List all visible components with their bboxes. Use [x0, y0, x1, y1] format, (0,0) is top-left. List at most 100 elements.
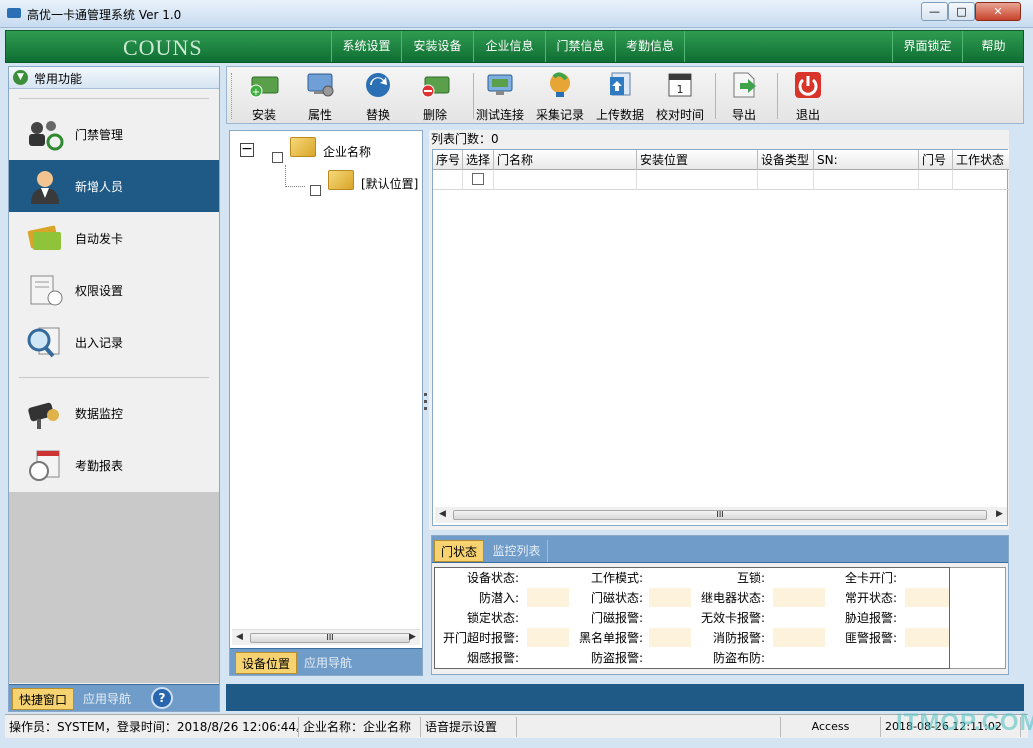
- status-bar: 操作员：SYSTEM，登录时间：2018/8/26 12:06:44。 企业名称…: [5, 714, 1028, 738]
- sidebar-header[interactable]: ▼ 常用功能: [9, 67, 219, 89]
- table-row[interactable]: [433, 170, 1009, 190]
- delete-label: 删除: [422, 108, 447, 122]
- scroll-right-icon[interactable]: ▶: [996, 509, 1003, 519]
- sidebar-tab-strip: 快捷窗口 应用导航 ?: [9, 684, 219, 711]
- watermark: ITMOP.COM: [896, 709, 1033, 736]
- col-door-number[interactable]: 门号: [919, 150, 953, 170]
- exit-button[interactable]: 退出: [779, 69, 837, 123]
- menu-help[interactable]: 帮助: [962, 31, 1024, 62]
- sidebar-item-label: 权限设置: [75, 284, 124, 298]
- status-value: [773, 628, 825, 647]
- col-door-name[interactable]: 门名称: [494, 150, 637, 170]
- status-label: 匪警报警:: [844, 631, 897, 645]
- status-label: 胁迫报警:: [844, 611, 897, 625]
- close-button[interactable]: ✕: [975, 2, 1021, 21]
- svg-text:1: 1: [677, 83, 684, 96]
- folder-icon: [290, 137, 316, 157]
- sidebar-item-access-records[interactable]: 出入记录: [9, 316, 219, 368]
- status-value: [649, 568, 691, 587]
- col-device-type[interactable]: 设备类型: [758, 150, 814, 170]
- sidebar-item-permission-settings[interactable]: 权限设置: [9, 264, 219, 316]
- status-value: [773, 568, 825, 587]
- status-value: [773, 588, 825, 607]
- install-button[interactable]: + 安装: [235, 69, 293, 123]
- col-select[interactable]: 选择: [463, 150, 494, 170]
- status-value: [527, 628, 569, 647]
- tab-app-navigation[interactable]: 应用导航: [299, 652, 357, 674]
- status-label: 防盗布防:: [712, 651, 765, 665]
- col-work-status[interactable]: 工作状态: [953, 150, 1009, 170]
- brand-logo: COUNS: [123, 35, 203, 60]
- tab-quick-window[interactable]: 快捷窗口: [12, 688, 74, 710]
- col-install-location[interactable]: 安装位置: [637, 150, 758, 170]
- scroll-right-icon[interactable]: ▶: [409, 632, 416, 642]
- menu-attendance-info[interactable]: 考勤信息: [615, 31, 685, 62]
- status-value: [649, 648, 691, 667]
- sidebar-item-data-monitor[interactable]: 数据监控: [9, 387, 219, 439]
- scroll-thumb[interactable]: III: [250, 633, 410, 643]
- minimize-button[interactable]: —: [921, 2, 948, 21]
- sidebar-item-label: 新增人员: [75, 180, 124, 194]
- collapse-node-icon[interactable]: −: [240, 142, 254, 157]
- tree-checkbox[interactable]: [310, 185, 321, 196]
- folder-icon: [328, 170, 354, 190]
- delete-button[interactable]: 删除: [406, 69, 464, 123]
- sidebar-item-label: 自动发卡: [75, 232, 124, 246]
- upload-data-button[interactable]: 上传数据: [591, 69, 649, 123]
- export-button[interactable]: 导出: [715, 69, 773, 123]
- replace-button[interactable]: 替换: [349, 69, 407, 123]
- tree-checkbox[interactable]: [272, 152, 283, 163]
- tree-tab-strip: 设备位置 应用导航: [230, 648, 422, 675]
- door-table: 序号 选择 门名称 安装位置 设备类型 SN: 门号 工作状态 ◀ III ▶: [432, 149, 1009, 526]
- col-sn[interactable]: SN:: [814, 150, 919, 170]
- tree-line: [285, 186, 305, 187]
- status-label: 互锁:: [736, 571, 765, 585]
- door-count: 列表门数：0: [431, 132, 499, 146]
- status-label: 门磁状态:: [590, 591, 643, 605]
- collect-records-button[interactable]: 采集记录: [531, 69, 589, 123]
- app-icon: [7, 8, 21, 18]
- scroll-thumb[interactable]: III: [453, 510, 987, 520]
- tab-monitor-list[interactable]: 监控列表: [486, 540, 548, 562]
- menu-company-info[interactable]: 企业信息: [473, 31, 545, 62]
- tree-node-default-location[interactable]: [默认位置]: [361, 175, 418, 192]
- sidebar-item-attendance-report[interactable]: 考勤报表: [9, 439, 219, 491]
- menu-install-device[interactable]: 安装设备: [401, 31, 473, 62]
- collapse-icon[interactable]: ▼: [13, 70, 28, 85]
- sidebar-item-add-person[interactable]: 新增人员: [9, 160, 219, 212]
- status-value: [649, 588, 691, 607]
- menu-system-settings[interactable]: 系统设置: [331, 31, 401, 62]
- status-label: 防盗报警:: [590, 651, 643, 665]
- col-index[interactable]: 序号: [433, 150, 463, 170]
- tree-horizontal-scrollbar[interactable]: ◀ III ▶: [232, 629, 420, 645]
- tree-node-company[interactable]: 企业名称: [323, 143, 371, 160]
- exit-label: 退出: [795, 108, 820, 122]
- status-value: [905, 628, 949, 647]
- sidebar-item-auto-issue-card[interactable]: 自动发卡: [9, 212, 219, 264]
- row-select-checkbox[interactable]: [472, 173, 484, 185]
- splitter-handle[interactable]: [424, 393, 427, 417]
- status-label: 常开状态:: [844, 591, 897, 605]
- sidebar-item-label: 门禁管理: [75, 128, 124, 142]
- help-icon[interactable]: ?: [151, 687, 173, 709]
- company-info: 企业名称：企业名称: [299, 717, 421, 737]
- sync-time-button[interactable]: 1 校对时间: [651, 69, 709, 123]
- sidebar-item-label: 数据监控: [75, 407, 124, 421]
- tab-door-status[interactable]: 门状态: [434, 540, 484, 562]
- upload-icon: [610, 72, 631, 96]
- tab-app-navigation[interactable]: 应用导航: [76, 688, 138, 710]
- scroll-left-icon[interactable]: ◀: [439, 509, 446, 519]
- properties-button[interactable]: 属性: [291, 69, 349, 123]
- menu-lock-interface[interactable]: 界面锁定: [892, 31, 962, 62]
- voice-settings-link[interactable]: 语音提示设置: [421, 717, 517, 737]
- scroll-left-icon[interactable]: ◀: [236, 632, 243, 642]
- sidebar-item-access-control[interactable]: 门禁管理: [9, 108, 219, 160]
- test-connection-button[interactable]: 测试连接: [471, 69, 529, 123]
- toolbar-separator: [777, 73, 778, 119]
- menu-access-info[interactable]: 门禁信息: [545, 31, 615, 62]
- status-value: [649, 628, 691, 647]
- table-horizontal-scrollbar[interactable]: ◀ III ▶: [435, 507, 1007, 523]
- toolbar-grip[interactable]: [231, 73, 234, 119]
- tab-device-location[interactable]: 设备位置: [235, 652, 297, 674]
- maximize-button[interactable]: □: [948, 2, 975, 21]
